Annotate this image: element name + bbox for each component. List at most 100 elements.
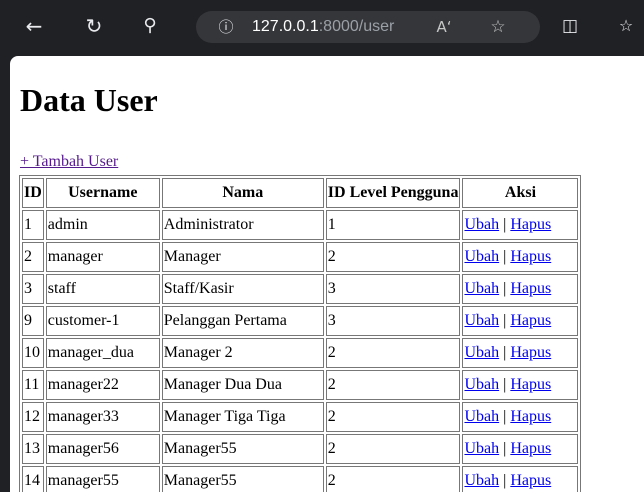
table-row: 1 admin Administrator 1 Ubah | Hapus (22, 210, 579, 240)
edit-link[interactable]: Ubah (464, 280, 499, 297)
cell-aksi: Ubah | Hapus (462, 434, 579, 464)
favorites-list-icon[interactable]: ☆ (614, 14, 638, 38)
delete-link[interactable]: Hapus (510, 440, 551, 457)
edit-link[interactable]: Ubah (464, 248, 499, 265)
delete-link[interactable]: Hapus (510, 280, 551, 297)
add-user-link[interactable]: + Tambah User (20, 153, 118, 171)
cell-username: staff (45, 274, 160, 304)
edit-link[interactable]: Ubah (464, 376, 499, 393)
cell-level: 2 (325, 402, 461, 432)
cell-id: 3 (22, 274, 44, 304)
favorite-icon[interactable]: ☆ (486, 15, 510, 39)
action-separator: | (503, 344, 507, 361)
cell-username: manager56 (45, 434, 160, 464)
cell-nama: Staff/Kasir (161, 274, 324, 304)
action-separator: | (503, 440, 507, 457)
delete-link[interactable]: Hapus (510, 312, 551, 329)
cell-level: 3 (325, 274, 461, 304)
cell-nama: Pelanggan Pertama (161, 306, 324, 336)
address-bar[interactable]: ⓘ 127.0.0.1:8000/user A‘ ☆ (196, 11, 540, 43)
action-separator: | (503, 280, 507, 297)
cell-nama: Manager55 (161, 466, 324, 492)
action-separator: | (503, 408, 507, 425)
cell-level: 2 (325, 242, 461, 272)
page-viewport: Data User + Tambah User ID Username Nama… (10, 56, 644, 492)
action-separator: | (503, 376, 507, 393)
cell-username: manager22 (45, 370, 160, 400)
cell-username: customer-1 (45, 306, 160, 336)
cell-aksi: Ubah | Hapus (462, 370, 579, 400)
cell-nama: Manager 2 (161, 338, 324, 368)
header-level: ID Level Pengguna (325, 178, 461, 208)
edit-link[interactable]: Ubah (464, 408, 499, 425)
action-separator: | (503, 216, 507, 233)
cell-id: 10 (22, 338, 44, 368)
cell-username: admin (45, 210, 160, 240)
edit-link[interactable]: Ubah (464, 344, 499, 361)
cell-aksi: Ubah | Hapus (462, 274, 579, 304)
url-path: :8000/user (318, 18, 395, 35)
cell-level: 2 (325, 434, 461, 464)
cell-nama: Manager Dua Dua (161, 370, 324, 400)
delete-link[interactable]: Hapus (510, 216, 551, 233)
cell-id: 11 (22, 370, 44, 400)
header-id: ID (22, 178, 44, 208)
delete-link[interactable]: Hapus (510, 472, 551, 489)
reload-icon[interactable]: ↻ (82, 14, 106, 38)
cell-id: 2 (22, 242, 44, 272)
cell-aksi: Ubah | Hapus (462, 210, 579, 240)
table-row: 12 manager33 Manager Tiga Tiga 2 Ubah | Hapu… (22, 402, 579, 432)
table-row: 14 manager55 Manager55 2 Ubah | Hapus (22, 466, 579, 492)
table-row: 3 staff Staff/Kasir 3 Ubah | Hapus (22, 274, 579, 304)
edit-link[interactable]: Ubah (464, 440, 499, 457)
table-row: 10 manager_dua Manager 2 2 Ubah | Hapus (22, 338, 579, 368)
info-icon[interactable]: ⓘ (214, 15, 238, 39)
delete-link[interactable]: Hapus (510, 408, 551, 425)
action-separator: | (503, 248, 507, 265)
cell-nama: Administrator (161, 210, 324, 240)
header-aksi: Aksi (462, 178, 579, 208)
search-icon[interactable]: ⚲ (138, 14, 162, 38)
user-table: ID Username Nama ID Level Pengguna Aksi … (19, 175, 582, 492)
action-separator: | (503, 472, 507, 489)
delete-link[interactable]: Hapus (510, 376, 551, 393)
table-header-row: ID Username Nama ID Level Pengguna Aksi (22, 178, 579, 208)
url-text[interactable]: 127.0.0.1:8000/user (252, 11, 394, 43)
page-title: Data User (20, 82, 158, 118)
cell-level: 2 (325, 338, 461, 368)
cell-level: 2 (325, 466, 461, 492)
cell-aksi: Ubah | Hapus (462, 242, 579, 272)
cell-username: manager55 (45, 466, 160, 492)
cell-id: 1 (22, 210, 44, 240)
cell-level: 1 (325, 210, 461, 240)
action-separator: | (503, 312, 507, 329)
header-nama: Nama (161, 178, 324, 208)
cell-username: manager_dua (45, 338, 160, 368)
cell-id: 13 (22, 434, 44, 464)
cell-level: 2 (325, 370, 461, 400)
read-aloud-icon[interactable]: A‘ (432, 15, 456, 39)
delete-link[interactable]: Hapus (510, 344, 551, 361)
table-row: 11 manager22 Manager Dua Dua 2 Ubah | Hapus (22, 370, 579, 400)
delete-link[interactable]: Hapus (510, 248, 551, 265)
table-row: 2 manager Manager 2 Ubah | Hapus (22, 242, 579, 272)
edit-link[interactable]: Ubah (464, 216, 499, 233)
cell-nama: Manager (161, 242, 324, 272)
cell-id: 12 (22, 402, 44, 432)
cell-id: 9 (22, 306, 44, 336)
edit-link[interactable]: Ubah (464, 472, 499, 489)
edit-link[interactable]: Ubah (464, 312, 499, 329)
table-row: 9 customer-1 Pelanggan Pertama 3 Ubah | Hapu… (22, 306, 579, 336)
cell-username: manager (45, 242, 160, 272)
split-screen-icon[interactable]: ◫ (558, 14, 582, 38)
cell-aksi: Ubah | Hapus (462, 338, 579, 368)
cell-nama: Manager Tiga Tiga (161, 402, 324, 432)
browser-toolbar: ← ↻ ⚲ ⓘ 127.0.0.1:8000/user A‘ ☆ ◫ ☆ (0, 0, 644, 56)
cell-aksi: Ubah | Hapus (462, 306, 579, 336)
cell-aksi: Ubah | Hapus (462, 402, 579, 432)
cell-level: 3 (325, 306, 461, 336)
cell-username: manager33 (45, 402, 160, 432)
table-body: 1 admin Administrator 1 Ubah | Hapus 2 manager… (22, 210, 579, 492)
back-icon[interactable]: ← (22, 14, 46, 38)
cell-aksi: Ubah | Hapus (462, 466, 579, 492)
